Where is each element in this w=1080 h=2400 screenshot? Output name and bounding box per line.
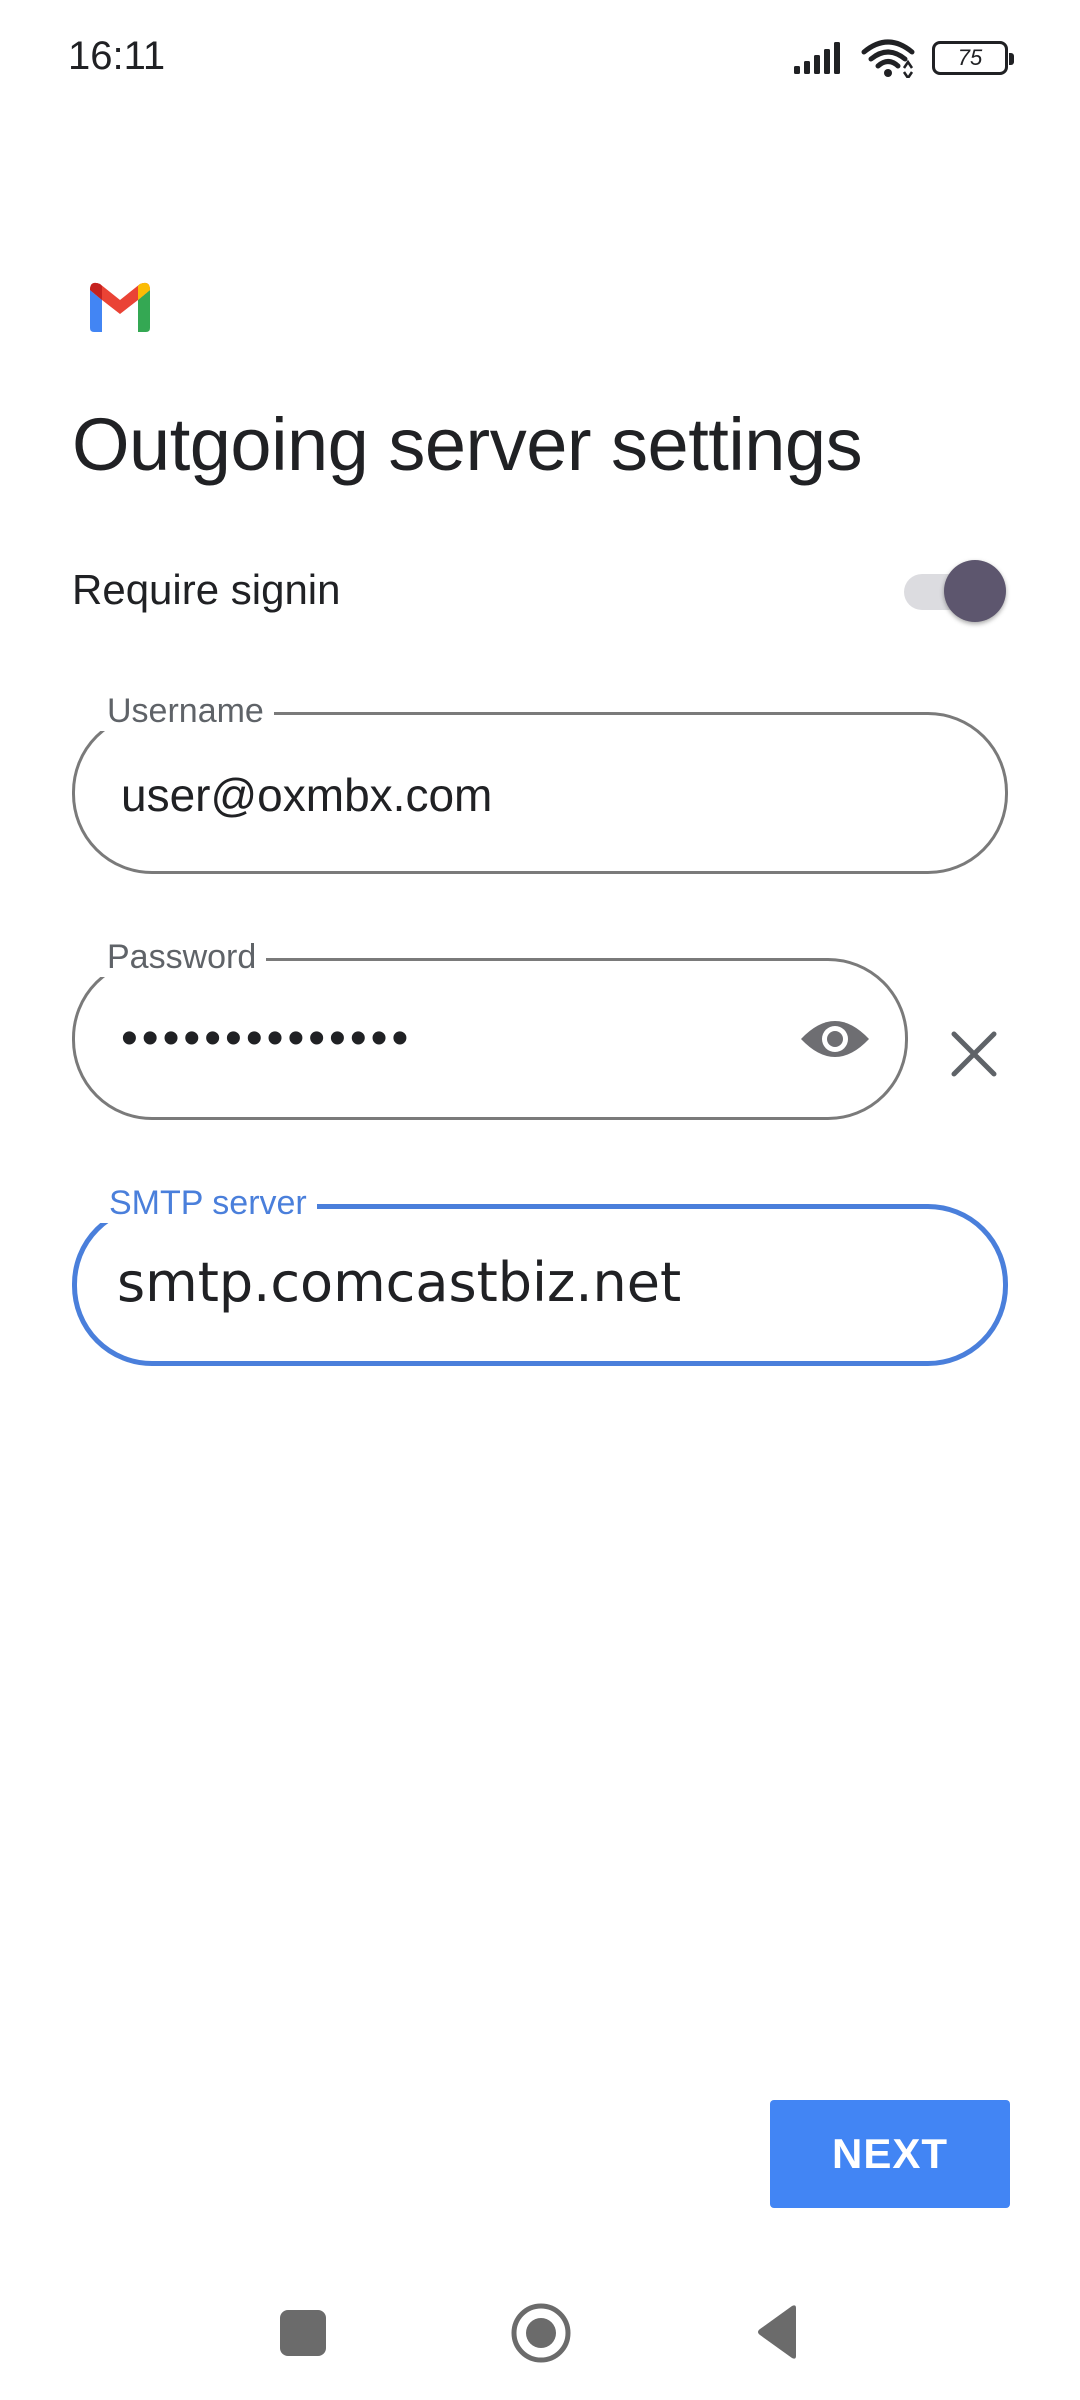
page-title: Outgoing server settings [72, 403, 863, 486]
home-icon[interactable] [510, 2302, 572, 2364]
battery-level: 75 [957, 45, 983, 70]
status-time: 16:11 [68, 34, 166, 78]
smtp-server-field[interactable]: SMTP server smtp.comcastbiz.net [72, 1183, 1008, 1366]
battery-icon: 75 [932, 41, 1014, 75]
password-label: Password [97, 937, 267, 977]
back-icon[interactable] [754, 2304, 800, 2360]
navigation-bar [0, 2290, 1080, 2380]
clear-password-close-icon[interactable] [948, 1028, 1000, 1080]
password-value[interactable]: •••••••••••••• [121, 1011, 412, 1067]
signal-icon [794, 42, 840, 74]
gmail-logo [90, 282, 150, 332]
username-value[interactable]: user@oxmbx.com [121, 767, 492, 823]
password-field[interactable]: Password •••••••••••••• [72, 937, 908, 1120]
username-label: Username [97, 691, 274, 731]
status-bar: 16:11 75 [0, 0, 1080, 120]
require-signin-label: Require signin [72, 566, 341, 613]
require-signin-row[interactable]: Require signin [72, 550, 1008, 630]
recents-icon[interactable] [280, 2310, 326, 2356]
require-signin-toggle[interactable] [904, 560, 1006, 624]
username-field[interactable]: Username user@oxmbx.com [72, 691, 1008, 874]
toggle-thumb [944, 560, 1006, 622]
next-button[interactable]: NEXT [770, 2100, 1010, 2208]
show-password-eye-icon[interactable] [799, 1007, 871, 1071]
wifi-icon [861, 39, 915, 78]
smtp-server-value[interactable]: smtp.comcastbiz.net [117, 1255, 681, 1311]
status-icons: 75 [792, 38, 1014, 78]
smtp-server-label: SMTP server [99, 1183, 317, 1223]
